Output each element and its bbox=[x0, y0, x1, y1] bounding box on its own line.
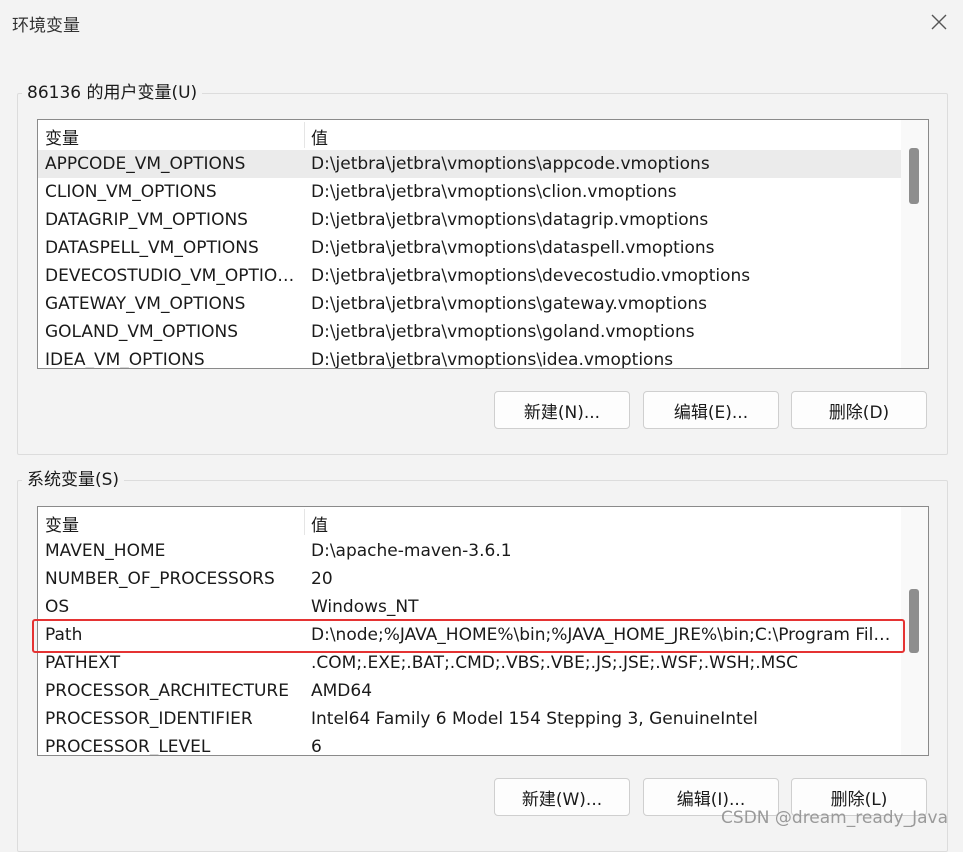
variable-name: PROCESSOR_IDENTIFIER bbox=[45, 709, 253, 729]
table-row[interactable]: CLION_VM_OPTIONS D:\jetbra\jetbra\vmoptio… bbox=[38, 178, 901, 206]
variable-name: MAVEN_HOME bbox=[45, 541, 166, 561]
column-header-value[interactable]: 值 bbox=[311, 124, 328, 149]
variable-value: 6 bbox=[311, 737, 322, 756]
variable-name: APPCODE_VM_OPTIONS bbox=[45, 154, 246, 174]
variable-name: OS bbox=[45, 597, 70, 617]
user-variables-label: 86136 的用户变量(U) bbox=[22, 82, 203, 104]
variable-value: Intel64 Family 6 Model 154 Stepping 3, G… bbox=[311, 709, 758, 729]
table-row[interactable]: IDEA_VM_OPTIONS D:\jetbra\jetbra\vmoption… bbox=[38, 346, 901, 369]
variable-value: 20 bbox=[311, 569, 333, 589]
variable-value: D:\jetbra\jetbra\vmoptions\clion.vmoptio… bbox=[311, 182, 677, 202]
column-header-value[interactable]: 值 bbox=[311, 511, 328, 536]
scrollbar-thumb[interactable] bbox=[909, 589, 919, 653]
variable-name: PROCESSOR_ARCHITECTURE bbox=[45, 681, 289, 701]
variable-name: NUMBER_OF_PROCESSORS bbox=[45, 569, 275, 589]
user-delete-button[interactable]: 删除(D) bbox=[791, 391, 927, 429]
title-bar: 环境变量 bbox=[0, 0, 963, 44]
variable-name: PATHEXT bbox=[45, 653, 121, 673]
table-row[interactable]: DATASPELL_VM_OPTIONS D:\jetbra\jetbra\vmo… bbox=[38, 234, 901, 262]
column-header-name[interactable]: 变量 bbox=[45, 124, 79, 149]
list-header: 变量 值 bbox=[38, 120, 901, 149]
variable-value: Windows_NT bbox=[311, 597, 419, 617]
system-rows: MAVEN_HOME D:\apache-maven-3.6.1 NUMBER_OF… bbox=[38, 537, 901, 756]
table-row[interactable]: APPCODE_VM_OPTIONS D:\jetbra\jetbra\vmopt… bbox=[38, 150, 901, 178]
close-icon bbox=[931, 14, 947, 30]
variable-name: DEVECOSTUDIO_VM_OPTIONS bbox=[45, 266, 297, 286]
variable-value: D:\jetbra\jetbra\vmoptions\goland.vmopti… bbox=[311, 322, 695, 342]
table-row[interactable]: PROCESSOR_ARCHITECTURE AMD64 bbox=[38, 677, 901, 705]
variable-name: CLION_VM_OPTIONS bbox=[45, 182, 217, 202]
system-variables-list[interactable]: 变量 值 MAVEN_HOME D:\apache-maven-3.6.1 NUMB… bbox=[37, 506, 929, 756]
user-edit-button[interactable]: 编辑(E)... bbox=[643, 391, 779, 429]
variable-value: D:\jetbra\jetbra\vmoptions\appcode.vmopt… bbox=[311, 154, 710, 174]
user-scrollbar[interactable] bbox=[901, 120, 928, 368]
column-divider[interactable] bbox=[304, 509, 305, 535]
table-row[interactable]: Path D:\node;%JAVA_HOME%\bin;%JAVA_HOME_J… bbox=[38, 621, 901, 649]
variable-name: DATASPELL_VM_OPTIONS bbox=[45, 238, 259, 258]
watermark: CSDN @dream_ready_Java bbox=[721, 808, 948, 828]
user-variables-list[interactable]: 变量 值 APPCODE_VM_OPTIONS D:\jetbra\jetbra\… bbox=[37, 119, 929, 369]
column-header-name[interactable]: 变量 bbox=[45, 511, 79, 536]
table-row[interactable]: PATHEXT .COM;.EXE;.BAT;.CMD;.VBS;.VBE;.JS… bbox=[38, 649, 901, 677]
system-new-button[interactable]: 新建(W)... bbox=[494, 778, 630, 816]
variable-value: D:\jetbra\jetbra\vmoptions\datagrip.vmop… bbox=[311, 210, 709, 230]
variable-name: PROCESSOR_LEVEL bbox=[45, 737, 211, 756]
system-variables-label: 系统变量(S) bbox=[22, 469, 125, 491]
table-row[interactable]: DEVECOSTUDIO_VM_OPTIONS D:\jetbra\jetbra\… bbox=[38, 262, 901, 290]
table-row[interactable]: NUMBER_OF_PROCESSORS 20 bbox=[38, 565, 901, 593]
variable-value: AMD64 bbox=[311, 681, 373, 701]
variable-name: GOLAND_VM_OPTIONS bbox=[45, 322, 239, 342]
table-row[interactable]: DATAGRIP_VM_OPTIONS D:\jetbra\jetbra\vmop… bbox=[38, 206, 901, 234]
variable-value: D:\apache-maven-3.6.1 bbox=[311, 541, 512, 561]
table-row[interactable]: OS Windows_NT bbox=[38, 593, 901, 621]
variable-name: IDEA_VM_OPTIONS bbox=[45, 350, 205, 369]
table-row[interactable]: GOLAND_VM_OPTIONS D:\jetbra\jetbra\vmopti… bbox=[38, 318, 901, 346]
scrollbar-thumb[interactable] bbox=[909, 148, 919, 204]
variable-value: D:\jetbra\jetbra\vmoptions\dataspell.vmo… bbox=[311, 238, 715, 258]
close-button[interactable] bbox=[923, 6, 955, 38]
table-row[interactable]: PROCESSOR_LEVEL 6 bbox=[38, 733, 901, 756]
table-row[interactable]: GATEWAY_VM_OPTIONS D:\jetbra\jetbra\vmopt… bbox=[38, 290, 901, 318]
variable-name: GATEWAY_VM_OPTIONS bbox=[45, 294, 246, 314]
variable-value: D:\jetbra\jetbra\vmoptions\idea.vmoption… bbox=[311, 350, 674, 369]
column-divider[interactable] bbox=[304, 122, 305, 148]
variable-name: Path bbox=[45, 625, 83, 645]
variable-value: D:\node;%JAVA_HOME%\bin;%JAVA_HOME_JRE%\… bbox=[311, 625, 896, 645]
variable-value: D:\jetbra\jetbra\vmoptions\gateway.vmopt… bbox=[311, 294, 707, 314]
user-new-button[interactable]: 新建(N)... bbox=[494, 391, 630, 429]
table-row[interactable]: MAVEN_HOME D:\apache-maven-3.6.1 bbox=[38, 537, 901, 565]
variable-name: DATAGRIP_VM_OPTIONS bbox=[45, 210, 248, 230]
list-header: 变量 值 bbox=[38, 507, 901, 536]
variable-value: .COM;.EXE;.BAT;.CMD;.VBS;.VBE;.JS;.JSE;.… bbox=[311, 653, 799, 673]
window-title: 环境变量 bbox=[12, 16, 80, 36]
table-row[interactable]: PROCESSOR_IDENTIFIER Intel64 Family 6 Mod… bbox=[38, 705, 901, 733]
system-scrollbar[interactable] bbox=[901, 507, 928, 755]
variable-value: D:\jetbra\jetbra\vmoptions\devecostudio.… bbox=[311, 266, 751, 286]
user-rows: APPCODE_VM_OPTIONS D:\jetbra\jetbra\vmopt… bbox=[38, 150, 901, 369]
